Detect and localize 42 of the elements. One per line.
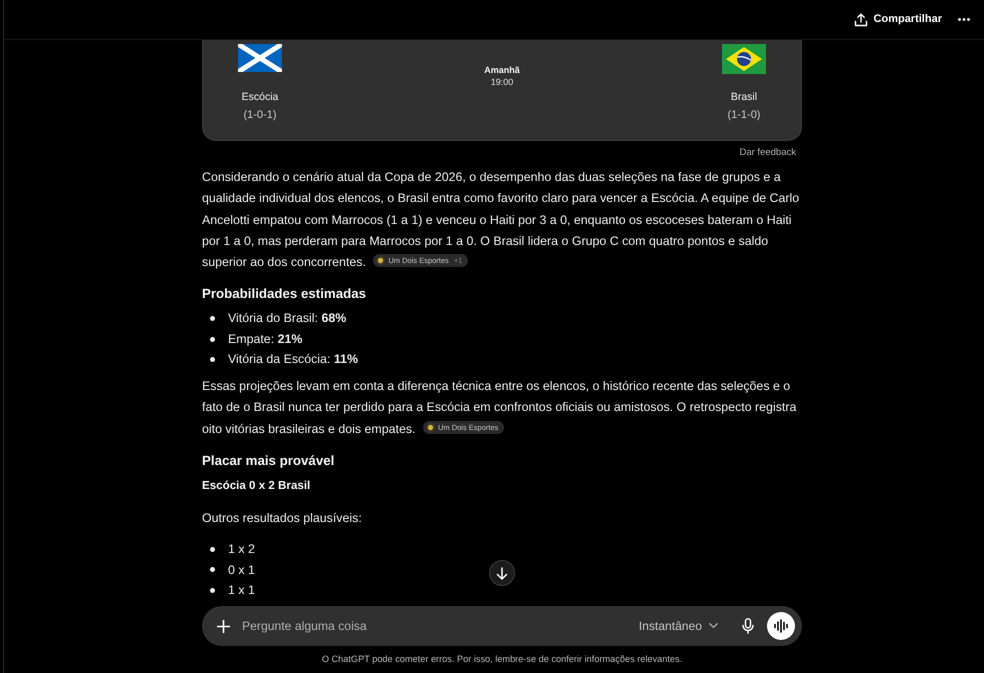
team-name: Brasil <box>730 90 758 105</box>
list-item-text: Empate: 21% <box>228 330 302 348</box>
score-prediction: Escócia 0 x 2 Brasil <box>202 478 312 494</box>
team-name: Escócia <box>242 90 278 105</box>
voice-mode-button[interactable] <box>767 612 795 640</box>
list-item-text: Vitória do Brasil: 68% <box>228 310 346 328</box>
plus-icon <box>217 620 230 632</box>
disclaimer-text: O ChatGPT pode cometer erros. Por isso, lembre-se de conferir informações relevantes. <box>320 653 684 666</box>
arrow-down-icon <box>496 566 508 580</box>
more-icon <box>958 18 970 21</box>
chevron-down-icon <box>709 623 718 628</box>
scotland-flag-icon <box>238 44 282 72</box>
brazil-flag-icon <box>722 44 766 74</box>
share-icon <box>854 12 868 26</box>
bullet-icon <box>210 316 215 322</box>
team-record: (1-0-1) <box>243 108 276 123</box>
paragraph: Outros resultados plausíveis: <box>202 510 363 527</box>
bullet-icon <box>210 357 215 362</box>
source-logo-icon <box>376 256 386 266</box>
bullet-icon <box>210 336 215 342</box>
waveform-icon <box>774 619 788 633</box>
share-button[interactable]: Compartilhar <box>850 7 946 32</box>
list-item-text: Vitória da Escócia: 11% <box>228 351 358 368</box>
section-heading: Placar mais provável <box>202 452 336 470</box>
feedback-link[interactable]: Dar feedback <box>739 146 796 160</box>
list-item-text: 1 x 2 <box>228 541 255 558</box>
bullet-icon <box>210 588 215 593</box>
team-record: (1-1-0) <box>727 108 760 123</box>
list-item-text: 1 x 1 <box>228 582 255 600</box>
match-time: 19:00 <box>490 76 514 88</box>
bullet-icon <box>210 546 215 552</box>
section-heading: Probabilidades estimadas <box>202 285 368 304</box>
bullet-icon <box>210 567 215 572</box>
model-selector[interactable]: Instantâneo <box>634 614 722 638</box>
source-logo-icon <box>426 422 435 432</box>
match-day: Amanhã <box>484 64 520 76</box>
add-button[interactable] <box>215 618 232 634</box>
microphone-icon <box>742 618 754 634</box>
scroll-down-button[interactable] <box>489 560 515 586</box>
microphone-button[interactable] <box>740 616 756 636</box>
message-field[interactable]: Pergunte alguma coisa Instantâneo <box>202 606 802 646</box>
list-item-text: 0 x 1 <box>228 562 255 579</box>
